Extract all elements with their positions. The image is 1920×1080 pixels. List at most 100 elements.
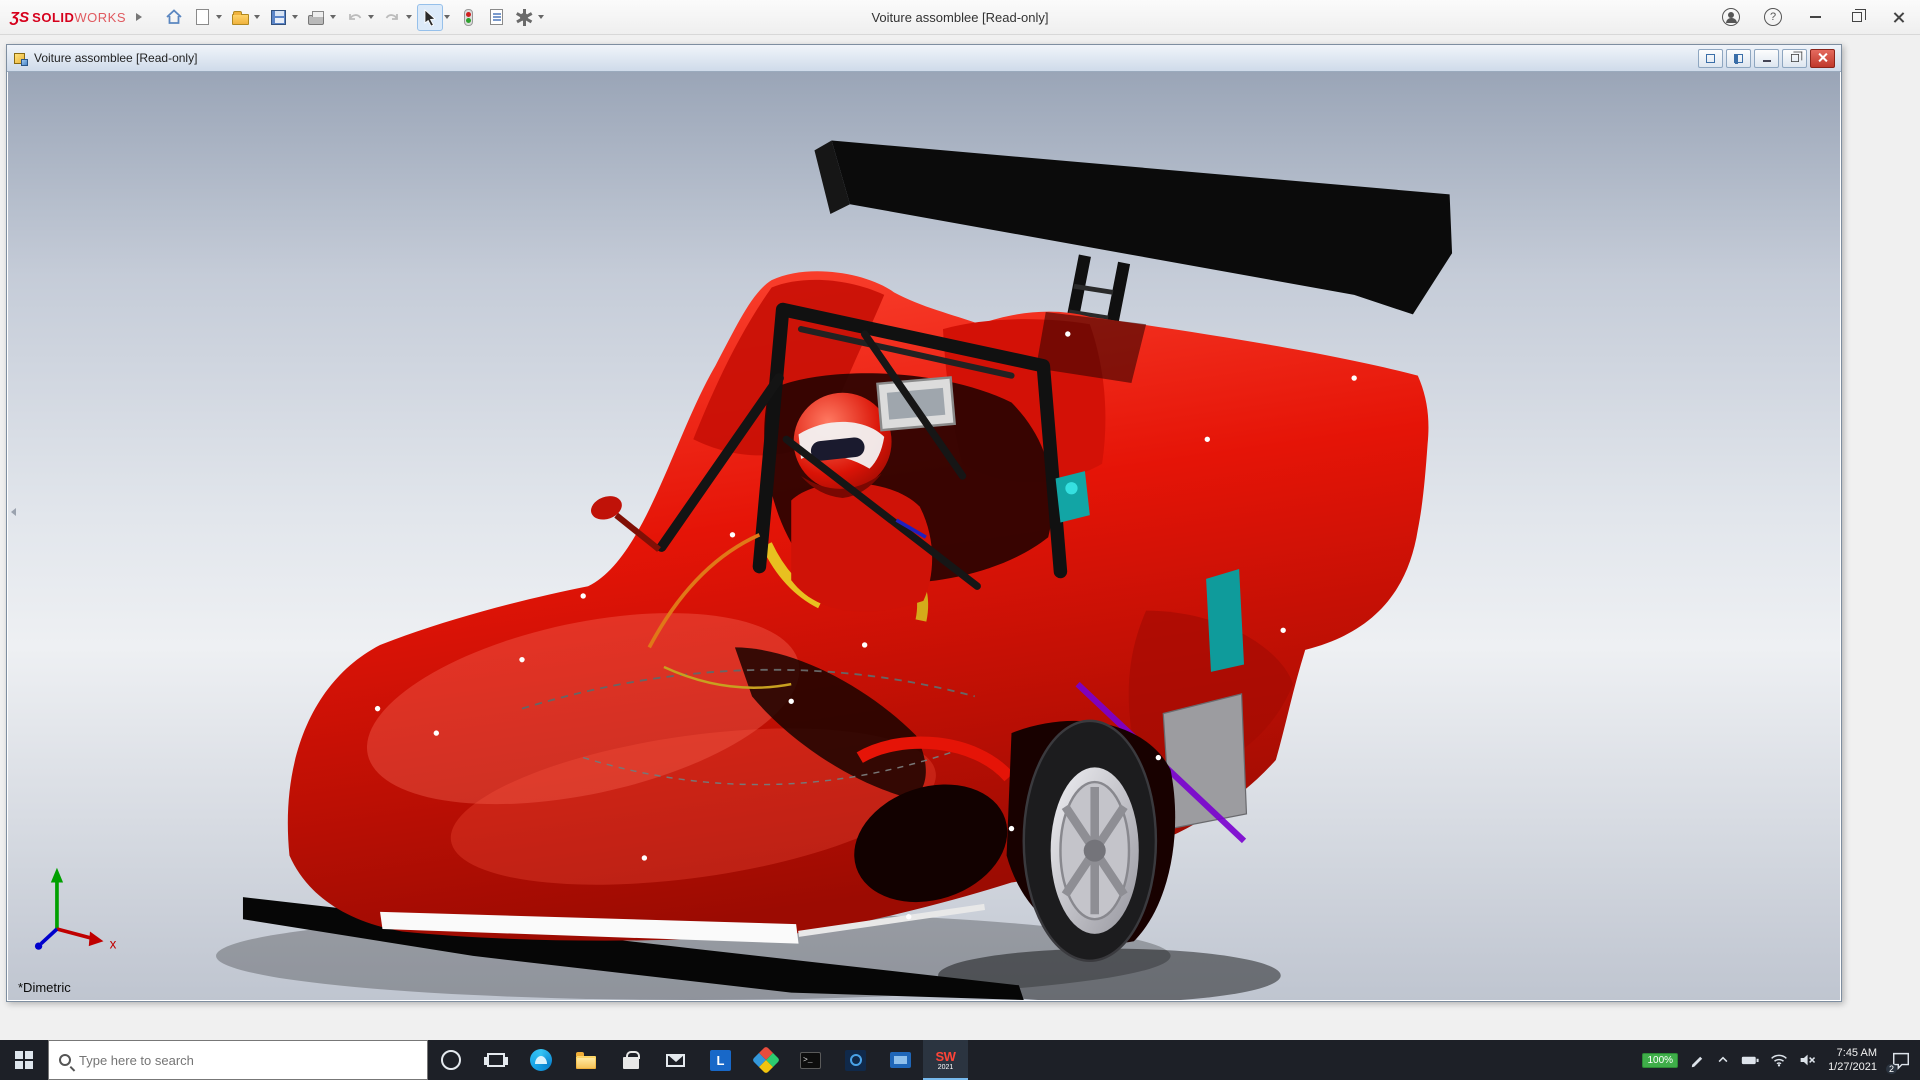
save-dropdown-caret[interactable] — [292, 15, 299, 19]
taskbar-search[interactable] — [48, 1040, 428, 1080]
app-window-controls: ? — [1710, 0, 1920, 34]
brand-solid: SOLID — [32, 9, 75, 25]
save-button[interactable] — [265, 4, 291, 31]
file-properties-icon — [489, 9, 503, 25]
file-explorer-button[interactable] — [563, 1040, 608, 1080]
options-dropdown-caret[interactable] — [538, 15, 545, 19]
doc-minimize-icon — [1762, 60, 1771, 62]
select-tool-button[interactable] — [417, 3, 444, 31]
help-button[interactable]: ? — [1752, 0, 1794, 34]
minimize-button[interactable] — [1794, 0, 1836, 34]
battery-tray-button[interactable] — [1741, 1053, 1759, 1067]
print-icon — [308, 10, 325, 25]
clock-time: 7:45 AM — [1836, 1046, 1877, 1059]
search-icon — [59, 1054, 71, 1066]
open-button[interactable] — [227, 4, 253, 31]
account-button[interactable] — [1710, 0, 1752, 34]
view-orientation-label: *Dimetric — [18, 980, 71, 995]
document-window-controls — [1698, 48, 1835, 68]
volume-tray-button[interactable] — [1799, 1053, 1817, 1067]
tile-icon — [1706, 53, 1715, 63]
triad-x-label: x — [110, 937, 117, 952]
close-button[interactable] — [1878, 0, 1920, 34]
quick-access-toolbar — [160, 3, 548, 31]
document-titlebar[interactable]: Voiture assomblee [Read-only] — [7, 45, 1841, 72]
print-button[interactable] — [303, 4, 329, 31]
open-dropdown-caret[interactable] — [254, 15, 261, 19]
store-icon — [622, 1051, 640, 1069]
task-view-button[interactable] — [473, 1040, 518, 1080]
mail-button[interactable] — [653, 1040, 698, 1080]
store-button[interactable] — [608, 1040, 653, 1080]
open-folder-icon — [231, 10, 249, 25]
colorful-app-icon — [751, 1045, 780, 1075]
search-input[interactable] — [79, 1052, 417, 1068]
close-icon — [1893, 11, 1905, 23]
redo-dropdown-caret[interactable] — [406, 15, 413, 19]
mdi-client-area: Voiture assomblee [Read-only] x *Dimetri… — [0, 35, 1920, 1040]
document-window: Voiture assomblee [Read-only] x *Dimetri… — [6, 44, 1842, 1002]
undo-dropdown-caret[interactable] — [368, 15, 375, 19]
maximize-button[interactable] — [1836, 0, 1878, 34]
tray-overflow-button[interactable] — [1716, 1053, 1730, 1067]
doc-close-button[interactable] — [1810, 48, 1835, 68]
rebuild-button[interactable] — [455, 4, 481, 31]
new-document-button[interactable] — [189, 4, 215, 31]
colorful-app-button[interactable] — [743, 1040, 788, 1080]
circle-app-button[interactable] — [833, 1040, 878, 1080]
windows-logo-icon — [15, 1051, 33, 1069]
doc-tile-button[interactable] — [1698, 48, 1723, 68]
windows-taskbar: L >_ SW 2021 100% 7:45 AM 1/27/2021 — [0, 1040, 1920, 1080]
system-tray: 100% 7:45 AM 1/27/2021 2 — [1642, 1040, 1920, 1080]
chevron-up-icon — [1718, 1056, 1728, 1063]
document-title: Voiture assomblee [Read-only] — [34, 51, 198, 65]
front-right-wheel[interactable] — [1006, 719, 1176, 963]
undo-button[interactable] — [341, 4, 367, 31]
battery-percent-badge[interactable]: 100% — [1642, 1052, 1679, 1068]
doc-minimize-button[interactable] — [1754, 48, 1779, 68]
rebuild-stoplight-icon — [463, 8, 473, 26]
ds-logo-icon: ƷS — [10, 8, 30, 26]
solidworks-taskbar-button[interactable]: SW 2021 — [923, 1040, 968, 1080]
panel-app-button[interactable] — [878, 1040, 923, 1080]
help-icon: ? — [1764, 8, 1782, 26]
doc-restore-button[interactable] — [1782, 48, 1807, 68]
menu-expand-icon[interactable] — [136, 13, 143, 21]
solidworks-icon: SW 2021 — [935, 1048, 956, 1071]
undo-icon — [348, 13, 361, 20]
doc-restore-icon — [1790, 51, 1802, 62]
app-l-button[interactable]: L — [698, 1040, 743, 1080]
app-l-icon: L — [710, 1049, 731, 1071]
action-center-button[interactable]: 2 — [1886, 1047, 1914, 1074]
redo-button[interactable] — [379, 4, 405, 31]
new-document-icon — [195, 9, 209, 25]
notification-count-badge: 2 — [1886, 1064, 1898, 1074]
redo-icon — [385, 13, 398, 20]
pen-tray-button[interactable] — [1689, 1052, 1705, 1068]
mail-icon — [666, 1053, 685, 1067]
file-properties-button[interactable] — [483, 4, 509, 31]
taskbar-clock[interactable]: 7:45 AM 1/27/2021 — [1828, 1046, 1877, 1075]
cortana-icon — [440, 1050, 461, 1070]
brand-works: WORKS — [74, 9, 127, 25]
select-dropdown-caret[interactable] — [444, 15, 451, 19]
network-tray-button[interactable] — [1770, 1053, 1788, 1067]
chevron-left-icon — [10, 507, 16, 516]
new-dropdown-caret[interactable] — [216, 15, 223, 19]
home-button[interactable] — [161, 4, 187, 31]
circle-app-icon — [845, 1049, 866, 1071]
cortana-button[interactable] — [428, 1040, 473, 1080]
options-button[interactable] — [511, 4, 537, 31]
terminal-button[interactable]: >_ — [788, 1040, 833, 1080]
app-titlebar: ƷS SOLID WORKS Voiture assomblee [Read-o… — [0, 0, 1920, 35]
start-button[interactable] — [0, 1040, 48, 1080]
feature-panel-collapse-arrow[interactable] — [9, 499, 17, 525]
clock-date: 1/27/2021 — [1828, 1061, 1877, 1073]
edge-icon — [529, 1049, 552, 1071]
graphics-viewport[interactable]: x *Dimetric — [8, 72, 1840, 1000]
edge-button[interactable] — [518, 1040, 563, 1080]
solidworks-brand: ƷS SOLID WORKS — [0, 9, 132, 26]
print-dropdown-caret[interactable] — [330, 15, 337, 19]
doc-split-button[interactable] — [1726, 48, 1751, 68]
assembly-3d-view[interactable]: x — [8, 72, 1840, 1000]
